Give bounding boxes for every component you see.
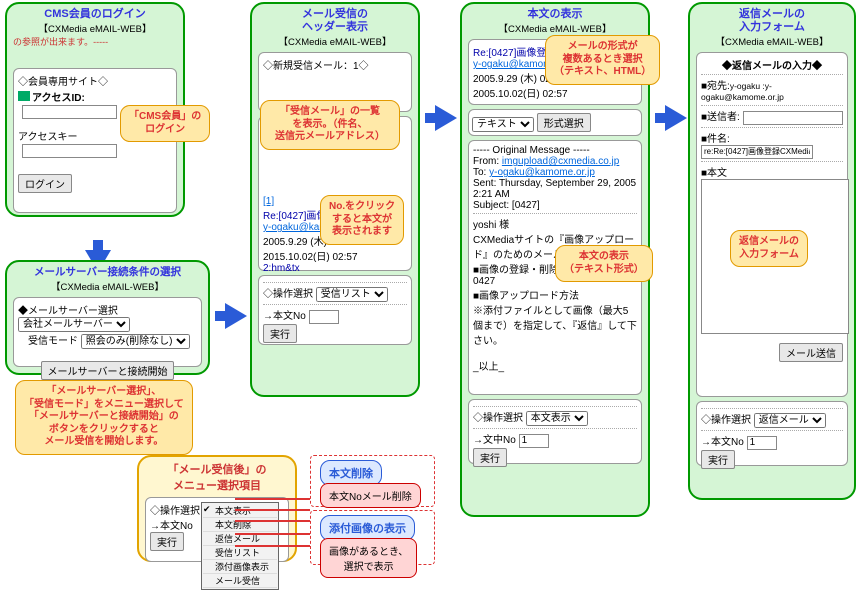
bodyno-label: →本文No: [263, 311, 306, 322]
mailserver-box: ◆メールサーバー選択 会社メールサーバー 受信モード 照会のみ(削除なし) メー…: [13, 297, 202, 367]
panel-mailserver: メールサーバー接続条件の選択 【CXMedia eMAIL-WEB】 ◆メールサ…: [5, 260, 210, 375]
op-box: ◇操作選択 返信メール →本文No 実行: [696, 401, 848, 466]
callout-click-no: No.をクリック すると本文が 表示されます: [320, 195, 404, 245]
subj-label: ■件名:: [701, 134, 730, 145]
login-button[interactable]: ログイン: [18, 174, 72, 193]
sender-input[interactable]: [743, 111, 843, 125]
op-select[interactable]: 本文表示: [526, 411, 588, 426]
panel-headers-title: メール受信の ヘッダー表示: [258, 8, 412, 34]
menu-item[interactable]: メール受信: [203, 574, 277, 588]
body-line: ■画像アップロード方法: [473, 287, 637, 302]
menu-op-box: ◇操作選択 本文表示 本文削除 返信メール 受信リスト 添付画像表示 メール受信…: [145, 497, 289, 562]
subj-line: Subject: [0427]: [473, 200, 637, 211]
callout-delete: 本文Noメール削除: [320, 483, 421, 508]
fmt-box: テキスト 形式選択: [468, 109, 642, 136]
bodyno-input[interactable]: [309, 310, 339, 324]
bodyno-label: →本文No: [701, 437, 744, 448]
mailserver-select[interactable]: 会社メールサーバー: [18, 317, 130, 332]
callout-format: メールの形式が 複数あるとき選択 （テキスト、HTML）: [545, 35, 660, 85]
connect-button[interactable]: メールサーバーと接続開始: [41, 361, 175, 380]
brand-label: 【CXMedia eMAIL-WEB】: [13, 279, 202, 293]
op-select[interactable]: 返信メール: [754, 413, 826, 428]
exec-button[interactable]: 実行: [473, 448, 507, 467]
mode-select[interactable]: 照会のみ(削除なし): [81, 334, 190, 349]
brand-label: 【CXMedia eMAIL-WEB】: [258, 34, 412, 48]
arrow-right-icon: [435, 105, 457, 131]
subject-input[interactable]: [701, 145, 813, 159]
op-label: ◇操作選択: [263, 289, 313, 300]
logo-icon: [18, 91, 30, 101]
callout-image: 画像があるとき、 選択で表示: [320, 538, 417, 578]
exec-button[interactable]: 実行: [701, 450, 735, 469]
panel-mailserver-title: メールサーバー接続条件の選択: [13, 266, 202, 279]
body-line: _以上_: [473, 358, 637, 373]
to-l: To:: [473, 167, 486, 178]
mail-date1: 2005.9.29 (木) 02:: [473, 74, 554, 85]
mail-index-link[interactable]: [1]: [263, 196, 274, 207]
exec-button[interactable]: 実行: [263, 324, 297, 343]
body-line: yoshi 様: [473, 216, 637, 231]
format-select[interactable]: テキスト: [472, 117, 534, 132]
panel-menu-title: 「メール受信後」の メニュー選択項目: [145, 461, 289, 493]
reply-box: ◆返信メールの入力◆ ■宛先:y-ogaku :y-ogaku@kamome.o…: [696, 52, 848, 397]
op-label: ◇操作選択: [473, 413, 523, 424]
callout-reply: 返信メールの 入力フォーム: [730, 230, 808, 267]
brand-label: 【CXMedia eMAIL-WEB】: [468, 21, 642, 35]
accesskey-input[interactable]: [22, 144, 117, 158]
connector-line: [235, 533, 310, 535]
to-label: ■宛先:: [701, 81, 730, 92]
accessid-label: アクセスID:: [32, 93, 85, 104]
connector-line: [235, 520, 310, 522]
connector-line: [235, 545, 310, 547]
bodyno-label: →本文No: [150, 521, 193, 532]
reply-head: ◆返信メールの入力◆: [701, 57, 843, 72]
brand-label: 【CXMedia eMAIL-WEB】: [696, 34, 848, 48]
bodyno-input[interactable]: [519, 434, 549, 448]
arrow-right-icon: [665, 105, 687, 131]
callout-body-text: 本文の表示 （テキスト形式）: [555, 245, 653, 282]
op-box: ◇操作選択 受信リスト →本文No 実行: [258, 275, 412, 345]
sender-label: ■送信者:: [701, 112, 740, 123]
mail-subject: Re:[0427]画像登録: [473, 48, 556, 59]
ms-label: ◆メールサーバー選択: [18, 306, 118, 317]
sent-line: Sent: Thursday, September 29, 2005 2:21 …: [473, 178, 637, 200]
body-label: ■本文: [701, 168, 727, 179]
from-link[interactable]: imgupload@cxmedia.co.jp: [502, 156, 619, 167]
mail-date2: 2015.10.02(日) 02:57: [263, 252, 358, 263]
op-box: ◇操作選択 本文表示 →文中No 実行: [468, 399, 642, 464]
site-label: ◇会員専用サイト◇: [18, 73, 172, 88]
arrow-right-icon: [225, 303, 247, 329]
exec-button[interactable]: 実行: [150, 532, 184, 551]
format-button[interactable]: 形式選択: [537, 113, 591, 132]
brand-label: 【CXMedia eMAIL-WEB】: [13, 21, 177, 35]
callout-login: 「CMS会員」の ログイン: [120, 105, 210, 142]
panel-login-title: CMS会員のログイン: [13, 8, 177, 21]
op-select[interactable]: 受信リスト: [316, 287, 388, 302]
menu-item[interactable]: 本文表示: [203, 504, 277, 518]
connector-line: [235, 498, 310, 500]
op-label: ◇操作選択: [701, 415, 751, 426]
panel-reply-title: 返信メールの 入力フォーム: [696, 8, 848, 34]
menu-item[interactable]: 受信リスト: [203, 546, 277, 560]
op-label: ◇操作選択: [150, 506, 200, 517]
from-l: From:: [473, 156, 499, 167]
login-note: の参照が出来ます。-----: [13, 35, 177, 48]
connector-line: [235, 509, 310, 511]
callout-recv-list: 「受信メール」の一覧 を表示。（件名、 送信元メールアドレス）: [260, 100, 400, 150]
send-button[interactable]: メール送信: [779, 343, 843, 362]
mode-label: 受信モード: [28, 336, 78, 347]
accessid-input[interactable]: [22, 105, 117, 119]
panel-body-title: 本文の表示: [468, 8, 642, 21]
menu-item[interactable]: 添付画像表示: [203, 560, 277, 574]
mail-attach: 2:hm&tx: [263, 263, 300, 274]
bodyno-input[interactable]: [747, 436, 777, 450]
body-line: ※添付ファイルとして画像（最大5個まで）を指定して、『返信』して下さい。: [473, 302, 637, 347]
mail-date2: 2005.10.02(日) 02:57: [473, 89, 568, 100]
callout-mailserver: 「メールサーバー選択」、 「受信モード」をメニュー選択して 「メールサーバーと接…: [15, 380, 193, 455]
newmail-label: ◇新規受信メール：1◇: [263, 57, 407, 72]
to-link[interactable]: y-ogaku@kamome.or.jp: [489, 167, 595, 178]
orig-head: ----- Original Message -----: [473, 145, 637, 156]
bodyno-label: →文中No: [473, 435, 516, 446]
